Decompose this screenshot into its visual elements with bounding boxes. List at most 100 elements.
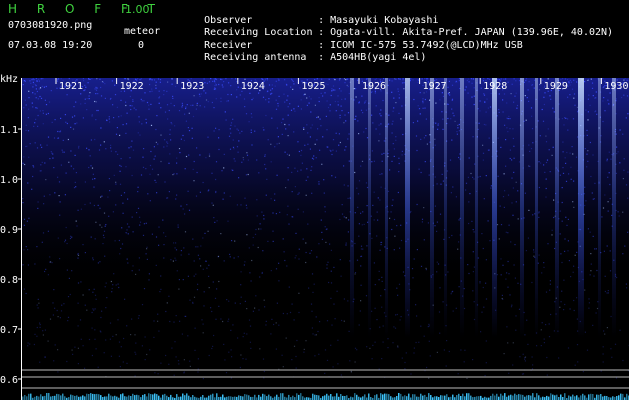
noise-speck <box>281 122 283 124</box>
noise-speck <box>172 260 174 262</box>
noise-speck <box>204 106 206 108</box>
noise-speck <box>503 353 505 355</box>
noise-speck <box>602 120 604 123</box>
noise-speck <box>80 208 82 210</box>
trace-segment <box>188 395 190 400</box>
noise-speck <box>250 113 252 115</box>
noise-speck <box>485 282 487 284</box>
noise-speck <box>256 199 258 201</box>
noise-speck <box>86 147 88 149</box>
trace-segment <box>240 395 242 400</box>
trace-segment <box>238 395 240 400</box>
noise-speck <box>349 360 351 362</box>
noise-speck <box>312 333 314 335</box>
noise-speck <box>402 79 404 81</box>
noise-speck <box>75 186 77 188</box>
noise-speck <box>584 289 586 291</box>
noise-speck <box>119 170 121 172</box>
noise-speck <box>177 226 179 228</box>
noise-speck <box>362 211 364 213</box>
noise-speck <box>331 175 333 177</box>
noise-speck <box>563 279 565 281</box>
noise-speck <box>138 116 140 118</box>
noise-speck <box>37 207 39 209</box>
noise-speck <box>214 221 216 223</box>
noise-speck <box>553 216 555 219</box>
noise-speck <box>28 156 30 158</box>
noise-speck <box>275 268 278 270</box>
noise-speck <box>589 141 591 144</box>
noise-speck <box>94 338 96 340</box>
noise-speck <box>512 214 514 216</box>
noise-speck <box>327 261 329 263</box>
noise-speck <box>193 160 195 163</box>
noise-speck <box>66 94 68 96</box>
trace-segment <box>122 393 124 400</box>
noise-speck <box>44 356 46 358</box>
noise-speck <box>160 160 162 163</box>
noise-speck <box>281 133 283 135</box>
noise-speck <box>425 267 427 269</box>
noise-speck <box>150 124 153 126</box>
noise-speck <box>572 201 574 203</box>
noise-speck <box>346 84 348 86</box>
noise-speck <box>359 310 361 312</box>
noise-speck <box>533 251 535 253</box>
noise-speck <box>126 223 129 225</box>
noise-speck <box>140 98 142 100</box>
trace-segment <box>76 395 78 400</box>
noise-speck <box>347 112 350 114</box>
noise-speck <box>192 302 194 304</box>
trace-segment <box>108 393 110 400</box>
noise-speck <box>604 110 606 112</box>
noise-speck <box>240 354 242 356</box>
trace-segment <box>560 394 562 400</box>
trace-segment <box>516 394 518 400</box>
noise-speck <box>522 373 525 375</box>
noise-speck <box>91 167 94 169</box>
noise-speck <box>398 162 400 165</box>
noise-speck <box>57 78 59 80</box>
noise-speck <box>246 154 249 156</box>
noise-speck <box>330 270 332 272</box>
noise-speck <box>244 78 246 80</box>
noise-speck <box>545 161 548 164</box>
noise-speck <box>126 362 128 364</box>
noise-speck <box>348 160 350 162</box>
noise-speck <box>465 189 467 191</box>
noise-speck <box>207 190 209 192</box>
noise-speck <box>36 107 38 109</box>
noise-speck <box>350 370 352 372</box>
noise-speck <box>531 356 533 358</box>
noise-speck <box>148 273 150 275</box>
trace-segment <box>82 395 84 400</box>
noise-speck <box>181 333 183 335</box>
time-tick-label: 1922 <box>120 81 144 92</box>
noise-speck <box>525 80 527 82</box>
noise-speck <box>264 163 266 166</box>
noise-speck <box>417 105 419 107</box>
noise-speck <box>105 224 107 226</box>
noise-speck <box>25 129 27 131</box>
noise-speck <box>88 98 90 100</box>
noise-speck <box>112 104 114 106</box>
noise-speck <box>262 126 264 129</box>
noise-speck <box>56 80 59 82</box>
noise-speck <box>574 364 576 366</box>
noise-speck <box>42 78 44 80</box>
noise-speck <box>198 93 201 95</box>
noise-speck <box>516 107 518 109</box>
noise-speck <box>100 95 103 97</box>
noise-speck <box>626 287 628 289</box>
noise-speck <box>570 276 572 278</box>
noise-speck <box>220 318 222 320</box>
noise-speck <box>159 81 161 83</box>
noise-speck <box>586 134 588 136</box>
noise-speck <box>293 131 295 133</box>
noise-speck <box>27 249 29 251</box>
trace-segment <box>546 395 548 400</box>
noise-speck <box>35 107 37 109</box>
noise-speck <box>184 315 186 317</box>
noise-speck <box>418 108 421 110</box>
noise-speck <box>394 235 396 237</box>
